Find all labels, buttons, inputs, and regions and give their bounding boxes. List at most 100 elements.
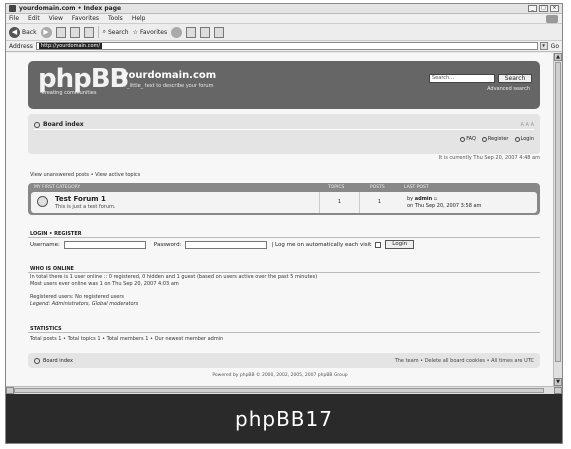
scroll-right-button[interactable] [554,387,562,394]
legend-admins[interactable]: Administrators [52,301,89,307]
legend-mods[interactable]: Global moderators [92,301,139,307]
menu-favorites[interactable]: Favorites [72,15,99,22]
address-label: Address [9,42,33,50]
last-by-prefix: by [407,196,415,202]
login-form: Username: Password: | Log me on automati… [30,240,415,249]
windows-flag-icon [546,14,558,23]
register-link[interactable]: Register [481,136,509,142]
forward-button[interactable]: ▶ [40,26,52,38]
address-dropdown[interactable]: ▾ [539,42,548,50]
logo-text: phpBB [38,64,129,94]
last-post-date: on Thu Sep 20, 2007 3:58 am [407,203,482,209]
window-title: yourdomain.com • Index page [19,5,122,12]
menu-edit[interactable]: Edit [28,15,40,22]
username-label: Username: [30,241,60,248]
phpbb-logo[interactable]: phpBB creating communities [38,64,129,102]
online-line-1: In total there is 1 user online :: 0 reg… [30,274,318,280]
last-post-header: LAST POST [404,185,429,190]
advanced-search-link[interactable]: Advanced search [487,86,530,92]
favorites-button[interactable]: ☆ Favorites [133,29,168,36]
autologin-label: | Log me on automatically each visit [271,241,372,248]
forum-name[interactable]: Test Forum 1 [55,195,106,203]
address-input[interactable]: http://yourdomain.com/ [35,42,538,50]
legend-prefix: Legend: [30,301,52,307]
autologin-checkbox[interactable] [375,241,382,248]
footer-links[interactable]: The team • Delete all board cookies • Al… [395,358,534,364]
history-icon[interactable] [171,26,183,38]
search-button[interactable]: ⌕ Search [103,28,129,36]
caption: phpBB17 [6,394,562,443]
faq-link[interactable]: FAQ [460,136,476,142]
registered-users: Registered users: No registered users [30,294,125,300]
hscroll-thumb[interactable] [14,388,544,393]
search-icon: ⌕ [102,28,106,35]
font-size-toggle[interactable]: A A A [521,122,534,128]
site-header: phpBB creating communities yourdomain.co… [28,61,540,109]
search-box: Search… Search [429,74,532,83]
vertical-scrollbar[interactable]: ▲ ▼ [553,53,562,386]
forum-row: Test Forum 1 This is just a test forum. … [31,192,537,213]
login-icon [514,136,520,142]
last-post-author[interactable]: admin [415,196,432,202]
ie-icon [9,5,16,12]
address-url: http://yourdomain.com/ [38,43,103,49]
title-bar: yourdomain.com • Index page _ □ × [6,4,562,14]
go-button[interactable]: Go [551,43,559,50]
page-content: phpBB creating communities yourdomain.co… [6,53,554,386]
maximize-button[interactable]: □ [539,5,548,12]
forum-description: This is just a test forum. [55,204,116,210]
forum-search-button[interactable]: Search [498,74,532,83]
toolbar: ◀ Back ▶ ⌕ Search ☆ Favorites [6,24,562,41]
topics-header: TOPICS [328,185,345,190]
forum-last-post: by admin ▫ on Thu Sep 20, 2007 3:58 am [407,196,481,210]
search-label: Search [107,28,129,36]
stop-icon[interactable] [55,26,66,38]
address-bar: Address http://yourdomain.com/ ▾ Go [6,41,562,52]
menu-view[interactable]: View [49,15,63,22]
site-name: yourdomain.com [122,70,217,81]
mail-icon[interactable] [186,26,197,38]
register-icon [481,136,487,142]
footer-bar: Board index The team • Delete all board … [28,353,540,368]
horizontal-scrollbar[interactable] [6,386,562,394]
edit-icon[interactable] [214,26,225,38]
username-input[interactable] [63,240,146,249]
home-icon[interactable] [83,26,94,38]
menu-file[interactable]: File [9,15,19,22]
divider [28,237,540,238]
view-links[interactable]: View unanswered posts • View active topi… [30,172,140,178]
refresh-icon[interactable] [69,26,80,38]
scroll-thumb[interactable] [555,62,561,362]
statistics-line: Total posts 1 • Total topics 1 • Total m… [30,336,224,342]
favorites-label: Favorites [139,28,168,36]
scroll-down-button[interactable]: ▼ [554,378,562,386]
category-header[interactable]: MY FIRST CATEGORY [34,185,80,190]
powered-by[interactable]: Powered by phpBB © 2000, 2002, 2005, 200… [6,373,554,378]
star-icon: ☆ [132,28,138,36]
forum-topics: 1 [319,192,359,213]
scroll-up-button[interactable]: ▲ [554,53,562,61]
close-button[interactable]: × [550,5,559,12]
menu-help[interactable]: Help [132,15,146,22]
login-link[interactable]: Login [514,136,534,142]
posts-header: POSTS [370,185,385,190]
forum-search-input[interactable]: Search… [429,74,495,83]
back-label: Back [22,28,37,36]
forum-read-icon [37,196,48,207]
back-button[interactable]: ◀ Back [9,26,37,38]
forum-posts: 1 [359,192,399,213]
home-icon [34,121,40,128]
footer-breadcrumb[interactable]: Board index [43,358,73,364]
faq-icon [460,136,466,142]
view-latest-post-icon[interactable]: ▫ [434,196,437,202]
scroll-left-button[interactable] [6,387,14,394]
legend: Legend: Administrators, Global moderator… [30,301,139,307]
login-button[interactable]: Login [385,240,415,249]
forum-table: MY FIRST CATEGORY TOPICS POSTS LAST POST… [28,183,540,215]
minimize-button[interactable]: _ [528,5,537,12]
breadcrumb[interactable]: Board index [43,121,84,128]
print-icon[interactable] [200,26,211,38]
password-input[interactable] [185,240,268,249]
menu-tools[interactable]: Tools [108,15,123,22]
password-label: Password: [153,241,182,248]
